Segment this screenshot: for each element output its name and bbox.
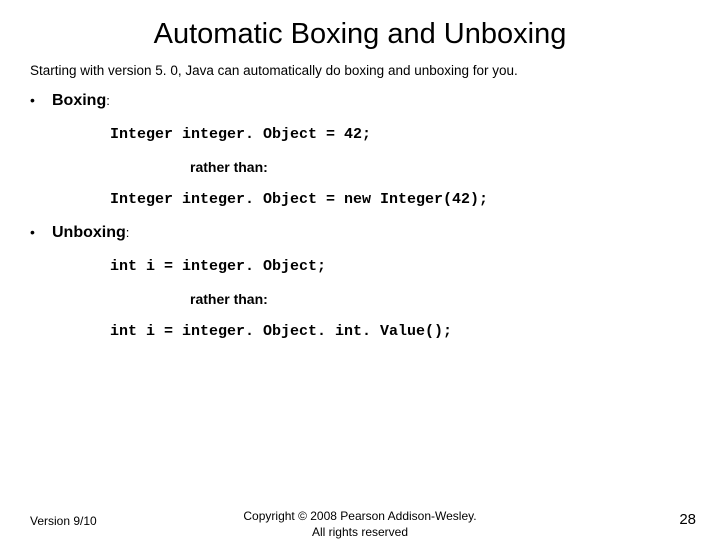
bullet-boxing: • Boxing: — [30, 92, 720, 110]
bullet-unboxing-label: Unboxing — [52, 224, 126, 241]
bullet-colon: : — [106, 93, 110, 108]
copyright-line2: All rights reserved — [312, 525, 408, 539]
slide: Automatic Boxing and Unboxing Starting w… — [0, 18, 720, 540]
code-boxing-auto: Integer integer. Object = 42; — [110, 126, 720, 143]
code-unboxing-manual: int i = integer. Object. int. Value(); — [110, 323, 720, 340]
copyright-line1: Copyright © 2008 Pearson Addison-Wesley. — [243, 509, 476, 523]
bullet-unboxing: • Unboxing: — [30, 224, 720, 242]
rather-than-2: rather than: — [190, 291, 720, 307]
slide-title: Automatic Boxing and Unboxing — [0, 18, 720, 51]
rather-than-1: rather than: — [190, 159, 720, 175]
bullet-icon: • — [30, 93, 52, 107]
bullet-boxing-label: Boxing — [52, 92, 106, 109]
copyright: Copyright © 2008 Pearson Addison-Wesley.… — [0, 508, 720, 540]
bullet-colon: : — [126, 225, 130, 240]
code-unboxing-auto: int i = integer. Object; — [110, 258, 720, 275]
bullet-icon: • — [30, 225, 52, 239]
page-number: 28 — [679, 511, 696, 528]
intro-text: Starting with version 5. 0, Java can aut… — [30, 63, 690, 78]
code-boxing-manual: Integer integer. Object = new Integer(42… — [110, 191, 720, 208]
